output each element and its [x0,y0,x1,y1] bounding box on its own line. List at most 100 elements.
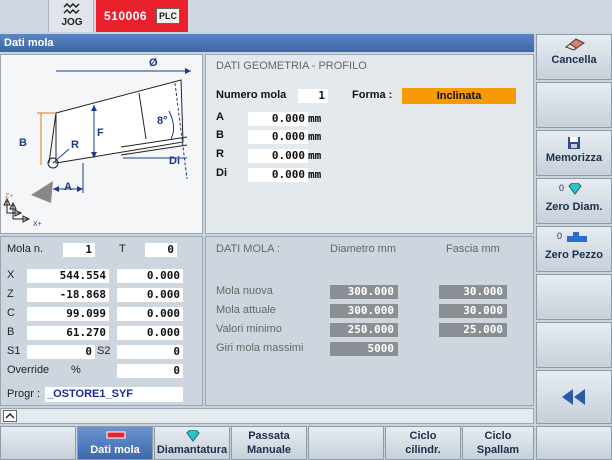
ciclo-spa-label-1: Ciclo [484,430,512,442]
mola-n-label: Mola n. [7,243,44,255]
x-axis-label: X+ [33,221,42,228]
position-panel: Mola n. 1 T 0 X 544.554 0.000 Z -18.868 … [0,236,203,406]
softkey-right-2[interactable] [536,82,612,128]
field-r-value[interactable]: 0.000 [248,149,308,163]
mola-nuova-diam[interactable]: 300.000 [330,285,398,299]
zero-diam-button[interactable]: 0 Zero Diam. [536,178,612,224]
passata-label-1: Passata [248,430,290,442]
field-di-label: Di [216,167,227,179]
memorizza-button[interactable]: Memorizza [536,130,612,176]
axis-z-label: Z [7,288,14,300]
t-label: T [119,243,126,255]
field-b-value[interactable]: 0.000 [248,130,308,144]
expand-bar[interactable] [0,408,534,424]
override-unit: % [71,364,81,376]
mola-attuale-label: Mola attuale [216,304,276,316]
workpiece-icon [567,232,587,242]
softkey-bottom-1[interactable] [0,426,76,460]
mola-attuale-fascia[interactable]: 30.000 [439,304,507,318]
chevron-up-icon [5,412,15,419]
field-di-value[interactable]: 0.000 [248,168,308,182]
diamantatura-button[interactable]: Diamantatura [154,426,230,460]
mola-n-value[interactable]: 1 [63,243,95,257]
ciclo-cil-label-2: cilindr. [405,444,441,456]
axis-c-label: C [7,307,15,319]
valori-minimo-fascia[interactable]: 25.000 [439,323,507,337]
cancella-button[interactable]: Cancella [536,34,612,80]
field-di-unit: mm [308,168,322,181]
axis-z-value: -18.868 [27,288,109,302]
expand-up-button[interactable] [3,410,17,422]
passata-manuale-button[interactable]: Passata Manuale [231,426,307,460]
field-r-unit: mm [308,149,322,162]
zero-diam-prefix: 0 [559,183,565,193]
override-label: Override [7,364,50,376]
mola-nuova-label: Mola nuova [216,285,273,297]
axis-b-value: 61.270 [27,326,109,340]
angle-label: 8° [157,115,168,127]
z-axis-label: Z+ [5,193,14,200]
field-a-value[interactable]: 0.000 [248,112,308,126]
wheel-diagram-panel: Ø B F R A 8° Di Z+ X+ [0,54,203,234]
field-b-label: B [216,129,224,141]
plc-badge: PLC [156,8,180,24]
dati-mola-label: Dati mola [90,444,140,456]
diamond-icon [568,183,582,195]
double-chevron-left-icon [562,389,585,405]
alarm-indicator[interactable]: 510006 PLC [96,0,188,32]
diametro-col-header: Diametro mm [330,243,397,255]
jog-wave-icon [63,3,80,15]
mode-label: JOG [61,17,83,28]
softkey-right-7[interactable] [536,322,612,368]
ciclo-spallam-button[interactable]: Ciclo Spallam [462,426,534,460]
ciclo-cil-label-1: Ciclo [409,430,437,442]
mola-data-panel: DATI MOLA : Diametro mm Fascia mm Mola n… [205,236,534,406]
passata-label-2: Manuale [246,444,291,456]
eraser-icon [564,38,585,51]
r-dim-label: R [71,139,79,151]
dati-mola-button[interactable]: Dati mola [77,426,153,460]
giri-mola-value[interactable]: 5000 [330,342,398,356]
back-button[interactable] [536,370,612,424]
geometry-panel: DATI GEOMETRIA - PROFILO Numero mola 1 F… [205,54,534,234]
cnc-screen: JOG 510006 PLC Dati mola Ø B F R A 8° Di… [0,0,612,460]
axis-x-offset[interactable]: 0.000 [117,269,183,283]
override-value: 0 [117,364,183,378]
axis-c-value: 99.099 [27,307,109,321]
floppy-disk-icon [568,137,580,149]
zero-pezzo-button[interactable]: 0 Zero Pezzo [536,226,612,272]
axis-x-value: 544.554 [27,269,109,283]
mola-nuova-fascia[interactable]: 30.000 [439,285,507,299]
s1-value: 0 [27,345,95,359]
fascia-col-header: Fascia mm [446,243,500,255]
numero-mola-field[interactable]: 1 [298,89,328,103]
cancella-label: Cancella [551,54,597,66]
window-title: Dati mola [0,34,534,52]
t-value[interactable]: 0 [145,243,177,257]
ciclo-cilindr-button[interactable]: Ciclo cilindr. [385,426,461,460]
diameter-label: Ø [149,57,158,69]
forma-dropdown[interactable]: Inclinata [402,88,516,104]
forma-label: Forma : [352,89,393,101]
axis-c-offset[interactable]: 0.000 [117,307,183,321]
jog-mode-indicator[interactable]: JOG [48,0,94,32]
valori-minimo-diam[interactable]: 250.000 [330,323,398,337]
diamantatura-label: Diamantatura [156,444,228,456]
axis-b-offset[interactable]: 0.000 [117,326,183,340]
progr-label: Progr : [7,388,41,400]
a-dim-label: A [64,181,72,193]
axis-x-label: X [7,269,15,281]
status-bar: JOG 510006 PLC [0,0,612,32]
axis-z-offset[interactable]: 0.000 [117,288,183,302]
softkey-right-6[interactable] [536,274,612,320]
zero-diam-label: Zero Diam. [545,201,603,213]
s1-label: S1 [7,345,21,357]
memorizza-label: Memorizza [545,152,603,164]
mola-attuale-diam[interactable]: 300.000 [330,304,398,318]
program-name[interactable]: _OSTORE1_SYF [45,387,183,402]
softkey-bottom-5[interactable] [308,426,384,460]
b-dim-label: B [19,137,27,149]
field-b-unit: mm [308,130,322,143]
zero-pezzo-label: Zero Pezzo [544,249,604,261]
softkey-bottom-8[interactable] [536,426,612,460]
